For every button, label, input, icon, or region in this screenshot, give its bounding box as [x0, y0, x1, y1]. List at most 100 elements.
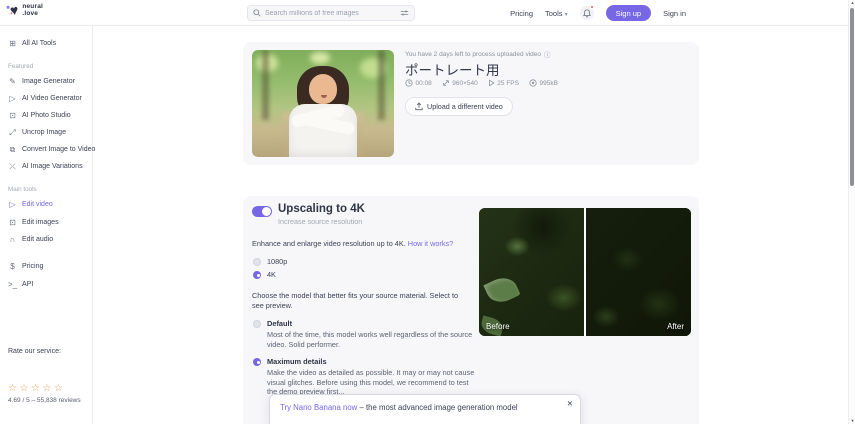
toggle-knob: [262, 207, 271, 216]
nav-pricing[interactable]: Pricing: [510, 9, 533, 18]
star-icon[interactable]: ☆: [42, 383, 53, 394]
fps-value: 25 FPS: [488, 79, 519, 87]
uploaded-video-card: You have 2 days left to process uploaded…: [243, 42, 699, 165]
logo-text: neural .love: [22, 3, 44, 17]
section-label-main-tools: Main tools: [8, 186, 37, 193]
nano-banana-link[interactable]: Try Nano Banana now: [280, 403, 357, 412]
rating-score: 4.69 / 5 – 55,838 reviews: [8, 397, 81, 404]
sidebar-item-all-ai-tools[interactable]: ⊞ All AI Tools: [8, 37, 56, 49]
close-icon[interactable]: ✕: [567, 399, 573, 408]
radio-unselected-icon: [253, 257, 261, 266]
model-option-maximum-details[interactable]: Maximum details: [253, 357, 327, 366]
sidebar-item-edit-video[interactable]: ▷ Edit video: [8, 198, 52, 210]
person-figure: [283, 66, 363, 157]
sign-up-button[interactable]: Sign up: [605, 5, 652, 21]
resize-icon: [442, 80, 449, 86]
search-placeholder: Search millions of free images: [265, 9, 359, 17]
scrollbar-thumb[interactable]: [850, 8, 854, 186]
filter-icon[interactable]: [400, 9, 409, 17]
video-meta: 00:08 960×540 25 FPS 995kB: [405, 79, 558, 87]
sparkle-icon: [10, 12, 13, 15]
sidebar-item-edit-audio[interactable]: ∩ Edit audio: [8, 233, 54, 245]
info-icon[interactable]: ⓘ: [544, 49, 551, 59]
pen-icon: ✎: [9, 76, 16, 86]
upload-different-video-button[interactable]: Upload a different video: [405, 97, 513, 116]
page-scrollbar[interactable]: ▲ ▼: [848, 0, 855, 424]
sidebar-item-pricing[interactable]: $ Pricing: [8, 260, 43, 272]
duration-value: 00:08: [405, 79, 432, 87]
filesize-value: 995kB: [529, 79, 558, 87]
sidebar-item-edit-images[interactable]: ⊡ Edit images: [8, 216, 58, 228]
sidebar-item-convert-image-to-video[interactable]: ⧉ Convert Image to Video: [8, 143, 96, 155]
scroll-up-icon[interactable]: ▲: [849, 0, 855, 5]
upscaling-subtitle: Increase source resolution: [278, 217, 363, 226]
face: [309, 74, 337, 104]
sidebar-item-ai-video-generator[interactable]: ▷ AI Video Generator: [8, 92, 81, 104]
upscaling-title: Upscaling to 4K: [278, 203, 365, 215]
sparkle-icon: [6, 5, 10, 10]
resolution-option-1080p[interactable]: 1080p: [253, 257, 287, 266]
radio-selected-icon: [253, 270, 261, 279]
play-icon: ▷: [9, 199, 16, 209]
play-icon: ▷: [9, 93, 16, 103]
grid-icon: ⊞: [9, 38, 16, 48]
scroll-down-icon[interactable]: ▼: [849, 418, 855, 423]
star-icon[interactable]: ☆: [31, 383, 42, 394]
upscaling-description: Enhance and enlarge video resolution up …: [252, 239, 454, 248]
sidebar-item-image-generator[interactable]: ✎ Image Generator: [8, 75, 75, 87]
sidebar-item-ai-image-variations[interactable]: ⤫ AI Image Variations: [8, 160, 82, 172]
chevron-down-icon: ▾: [564, 11, 568, 18]
expiry-notice: You have 2 days left to process uploaded…: [405, 49, 551, 60]
resolution-value: 960×540: [442, 79, 478, 87]
after-label: After: [667, 322, 684, 331]
image-icon: ⊡: [9, 217, 16, 227]
model-maximum-description: Make the video as detailed as possible. …: [267, 368, 475, 396]
after-region: [585, 208, 691, 336]
video-title: ポートレート用: [405, 63, 500, 78]
sidebar-item-ai-photo-studio[interactable]: ⊡ AI Photo Studio: [8, 109, 71, 121]
nav-tools-dropdown[interactable]: Tools ▾: [545, 9, 568, 18]
upscaling-card: Upscaling to 4K Increase source resoluti…: [243, 196, 699, 424]
promo-text: Try Nano Banana now – the most advanced …: [280, 403, 518, 412]
notifications-button[interactable]: [579, 5, 594, 20]
tree-trunk: [378, 50, 385, 120]
model-option-default[interactable]: Default: [253, 319, 292, 328]
logo[interactable]: ♥ neural .love: [6, 1, 44, 19]
bokeh-highlight: [310, 52, 330, 64]
rate-service-label: Rate our service:: [8, 348, 61, 355]
search-icon: [253, 9, 261, 17]
sign-in-link[interactable]: Sign in: [663, 9, 686, 18]
dollar-icon: $: [10, 261, 15, 271]
star-icon[interactable]: ☆: [19, 383, 30, 394]
camera-icon: ⊡: [9, 110, 16, 120]
shuffle-icon: ⤫: [9, 161, 16, 171]
upload-icon: [415, 102, 423, 111]
heart-logo-icon: ♥: [6, 1, 19, 19]
top-header: ♥ neural .love Search millions of free i…: [0, 0, 848, 26]
before-label: Before: [486, 322, 510, 331]
bell-icon: [582, 8, 591, 17]
rating-stars[interactable]: ☆☆☆☆☆: [8, 383, 65, 394]
model-default-description: Most of the time, this model works well …: [267, 330, 473, 349]
star-icon[interactable]: ☆: [8, 383, 19, 394]
star-icon[interactable]: ☆: [54, 383, 65, 394]
notification-badge: [589, 5, 594, 9]
before-after-preview[interactable]: Before After: [479, 208, 691, 336]
app-window: ♥ neural .love Search millions of free i…: [0, 0, 855, 424]
sidebar-item-uncrop-image[interactable]: ⤢ Uncrop Image: [8, 126, 66, 138]
how-it-works-link[interactable]: How it works?: [408, 239, 453, 248]
expand-arrows-icon: ⤢: [9, 127, 16, 137]
terminal-icon: >_: [8, 279, 18, 289]
resolution-option-4k[interactable]: 4K: [253, 270, 276, 279]
radio-selected-icon: [253, 357, 261, 366]
comparison-divider-handle[interactable]: [584, 208, 586, 336]
video-thumbnail[interactable]: [252, 50, 394, 157]
sidebar-item-api[interactable]: >_ API: [8, 278, 33, 290]
search-input[interactable]: Search millions of free images: [247, 5, 415, 21]
disk-icon: [529, 79, 537, 87]
upscaling-toggle[interactable]: [252, 206, 272, 217]
sidebar: ⊞ All AI Tools Featured ✎ Image Generato…: [0, 26, 96, 424]
play-icon: [488, 79, 495, 87]
model-hint: Choose the model that better fits your s…: [252, 291, 459, 310]
tree-trunk: [262, 50, 269, 120]
